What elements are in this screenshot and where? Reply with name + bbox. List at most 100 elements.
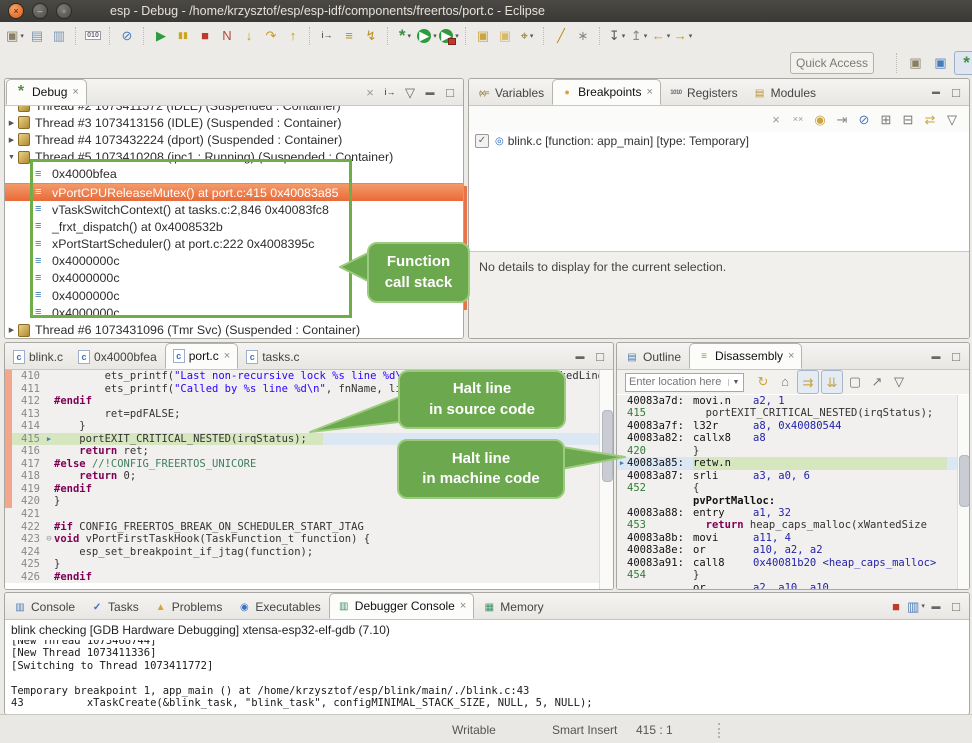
link-with-debug-button[interactable]: ⇄ (920, 108, 940, 130)
annotation-nav-button[interactable]: ∗ (573, 25, 593, 47)
suspend-button[interactable]: ▮▮ (173, 25, 193, 47)
tab-memory[interactable]: Memory (475, 595, 550, 619)
location-input[interactable] (626, 376, 728, 388)
disconnect-button[interactable]: N (217, 25, 237, 47)
location-combo[interactable]: ▼ (625, 373, 744, 392)
display-console-button[interactable]: ▥▾ (907, 597, 925, 615)
mark-occurrences-button[interactable]: ╱ (551, 25, 571, 47)
instruction-stepping-button[interactable]: i→ (317, 25, 337, 47)
close-tab-icon[interactable]: × (224, 350, 230, 362)
remove-all-breakpoints-button[interactable]: ×× (788, 108, 808, 130)
tab-variables[interactable]: Variables (470, 81, 551, 105)
skip-all-button[interactable]: ⊘ (854, 108, 874, 130)
tab-debugger-console[interactable]: Debugger Console× (329, 593, 475, 619)
goto-file-button[interactable]: ⇥ (832, 108, 852, 130)
tab-tasks[interactable]: Tasks (83, 595, 146, 619)
tab-tasks-c[interactable]: tasks.c (239, 345, 306, 369)
tab-problems[interactable]: Problems (147, 595, 230, 619)
breakpoints-view-menu-button[interactable]: ▽ (942, 108, 962, 130)
disasm-view-menu-button[interactable]: ▽ (889, 370, 909, 392)
home-button[interactable]: ⌂ (775, 370, 795, 392)
use-step-filters-button[interactable]: ↯ (361, 25, 381, 47)
close-tab-icon[interactable]: × (72, 86, 78, 98)
step-into-button[interactable]: ↓ (239, 25, 259, 47)
close-tab-icon[interactable]: × (460, 600, 466, 612)
tab-port-c[interactable]: port.c× (165, 343, 238, 369)
debug-thread-row[interactable]: ▶Thread #4 1073432224 (dport) (Suspended… (5, 131, 463, 148)
quick-access-button[interactable]: Quick Access (790, 52, 874, 74)
last-edit-location-button[interactable]: ↧▾ (607, 25, 627, 47)
debug-frame-row[interactable]: ≡xPortStartScheduler() at port.c:222 0x4… (5, 236, 463, 253)
tab-outline[interactable]: Outline (618, 345, 688, 369)
new-wizard-button[interactable]: ▣▾ (5, 25, 25, 47)
remove-breakpoint-button[interactable]: × (766, 108, 786, 130)
show-view-menu-button[interactable]: ≡ (339, 25, 359, 47)
location-dropdown-icon[interactable]: ▼ (728, 379, 743, 386)
bp-maximize-button[interactable]: □ (947, 83, 965, 101)
tab-console[interactable]: Console (6, 595, 82, 619)
go-into-button[interactable]: ↥▾ (629, 25, 649, 47)
export-button[interactable]: ↗ (867, 370, 887, 392)
debug-thread-row[interactable]: ▶Thread #3 1073413156 (IDLE) (Suspended … (5, 114, 463, 131)
save-all-button[interactable]: ▥ (49, 25, 69, 47)
show-source-button[interactable]: ⇊ (821, 370, 843, 394)
debug-thread-row[interactable]: ▶Thread #6 1073431096 (Tmr Svc) (Suspend… (5, 321, 463, 338)
forward-button[interactable]: →▾ (673, 25, 693, 47)
skip-all-breakpoints-button[interactable]: ⊘ (117, 25, 137, 47)
tab-blink-c[interactable]: blink.c (6, 345, 70, 369)
tab-registers[interactable]: Registers (662, 81, 745, 105)
debug-frame-row[interactable]: ≡vPortCPUReleaseMutex() at port.c:415 0x… (5, 183, 463, 201)
tab-0x4000bfea[interactable]: 0x4000bfea (71, 345, 164, 369)
debug-thread-tree[interactable]: Thread #2 1073411572 (IDLE) (Suspended :… (5, 106, 463, 338)
console-output[interactable]: [New Thread 1073468744][New Thread 10734… (11, 640, 965, 714)
close-tab-icon[interactable]: × (647, 86, 653, 98)
expand-arrow-icon[interactable]: ▼ (5, 154, 18, 161)
expand-arrow-icon[interactable]: ▶ (5, 136, 18, 144)
console-maximize-button[interactable]: □ (947, 597, 965, 615)
open-resource-button[interactable]: ▣ (495, 25, 515, 47)
binary-console-button[interactable]: 010 (83, 25, 103, 47)
refresh-button[interactable]: ↻ (753, 370, 773, 392)
debug-frame-row[interactable]: ≡0x4000000c (5, 304, 463, 321)
disasm-scroll-thumb[interactable] (959, 455, 969, 507)
sync-selection-button[interactable]: ⇉ (797, 370, 819, 394)
save-button[interactable]: ▤ (27, 25, 47, 47)
copy-button[interactable]: ▢ (845, 370, 865, 392)
open-element-button[interactable]: ▣ (473, 25, 493, 47)
breakpoint-checkbox[interactable]: ✓ (475, 134, 489, 148)
breakpoint-row[interactable]: ✓ ◎ blink.c [function: app_main] [type: … (469, 132, 969, 150)
window-close-button[interactable]: × (8, 3, 24, 19)
disasm-maximize-button[interactable]: □ (947, 347, 965, 365)
cpp-perspective-button[interactable]: ▣ (929, 52, 952, 74)
window-maximize-button[interactable]: ▫ (56, 3, 72, 19)
disasm-scrollbar[interactable] (957, 395, 969, 589)
instruction-stepping-toggle[interactable]: i→ (381, 83, 399, 101)
terminate-console-button[interactable]: ■ (887, 597, 905, 615)
show-breakpoints-supported-button[interactable]: ◉ (810, 108, 830, 130)
debug-frame-row[interactable]: ≡0x4000bfea (5, 166, 463, 183)
terminate-button[interactable]: ■ (195, 25, 215, 47)
editor-minimize-button[interactable]: ▬ (571, 347, 589, 365)
editor-scrollbar[interactable] (599, 370, 613, 589)
debug-perspective-button[interactable]: * (954, 51, 972, 75)
tab-disassembly[interactable]: Disassembly× (689, 343, 802, 369)
code-editor[interactable]: 410 ets_printf("Last non-recursive lock … (5, 370, 613, 589)
search-button[interactable]: ⌖▾ (517, 25, 537, 47)
close-tab-icon[interactable]: × (788, 350, 794, 362)
debug-frame-row[interactable]: ≡0x4000000c (5, 270, 463, 287)
editor-scroll-thumb[interactable] (602, 410, 613, 482)
tab-executables[interactable]: Executables (230, 595, 327, 619)
external-tools-button[interactable]: ▶▾ (439, 25, 459, 47)
open-perspective-button[interactable]: ▣ (904, 52, 927, 74)
debug-frame-row[interactable]: ≡0x4000000c (5, 287, 463, 304)
tab-modules[interactable]: Modules (746, 81, 823, 105)
remove-all-terminated-button[interactable]: × (361, 83, 379, 101)
debug-frame-row[interactable]: ≡0x4000000c (5, 253, 463, 270)
debug-menu-button[interactable]: *▾ (395, 25, 415, 47)
resume-button[interactable]: ▶ (151, 25, 171, 47)
debug-thread-row[interactable]: ▼Thread #5 1073410208 (ipc1 : Running) (… (5, 149, 463, 166)
tab-debug[interactable]: Debug× (6, 79, 87, 105)
debug-view-menu-button[interactable]: ▽ (401, 83, 419, 101)
window-minimize-button[interactable]: – (32, 3, 48, 19)
disasm-minimize-button[interactable]: ▬ (927, 347, 945, 365)
